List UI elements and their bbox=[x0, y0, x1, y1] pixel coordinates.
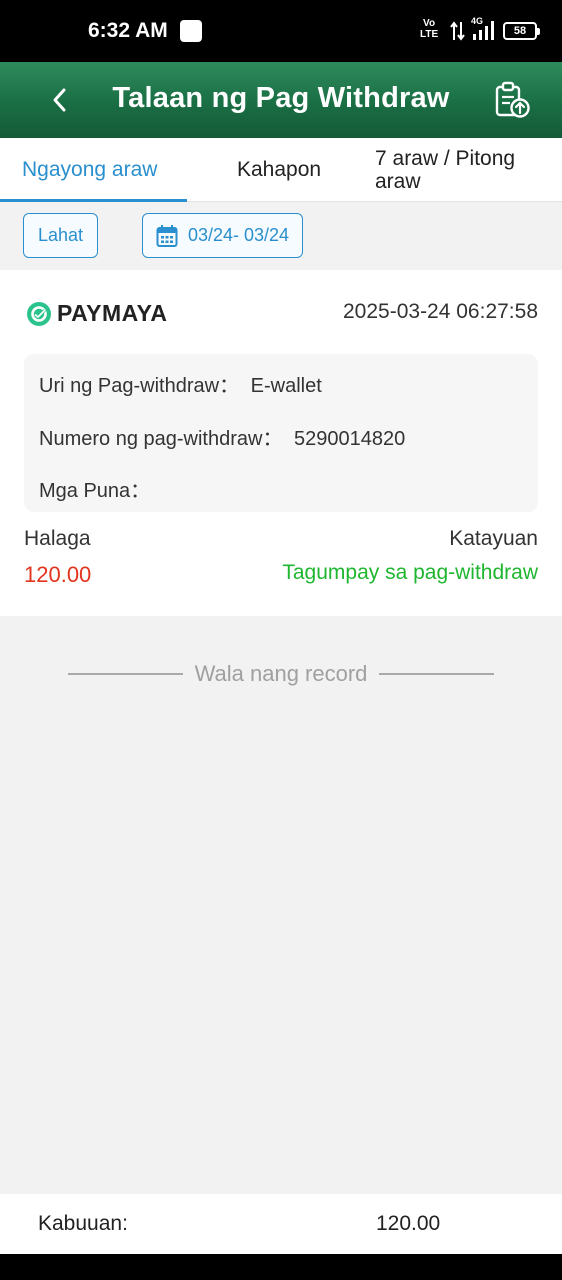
filter-bar: Lahat 03/24- 03/24 bbox=[0, 202, 562, 270]
tab-yesterday[interactable]: Kahapon bbox=[237, 138, 321, 202]
no-more-records-text: Wala nang record bbox=[194, 661, 368, 686]
withdraw-record-card[interactable]: PAYMAYA 2025-03-24 06:27:58 Uri ng Pag-w… bbox=[0, 270, 562, 616]
volte-icon: Vo LTE bbox=[420, 18, 439, 40]
all-filter-button[interactable]: Lahat bbox=[23, 213, 98, 258]
withdraw-number-value: 5290014820 bbox=[294, 428, 406, 450]
provider-brand: PAYMAYA bbox=[26, 300, 167, 327]
date-range-label: 03/24- 03/24 bbox=[187, 225, 290, 245]
status-badge: Tagumpay sa pag-withdraw bbox=[282, 561, 538, 584]
record-datetime: 2025-03-24 06:27:58 bbox=[343, 300, 538, 323]
amount-value: 120.00 bbox=[24, 562, 92, 587]
list-end-indicator: Wala nang record bbox=[0, 658, 562, 690]
divider bbox=[67, 673, 183, 675]
amount-label: Halaga bbox=[24, 527, 91, 550]
total-footer: Kabuuan: 120.00 bbox=[0, 1194, 562, 1254]
paymaya-logo-icon bbox=[27, 301, 51, 326]
page-title: Talaan ng Pag Withdraw bbox=[112, 82, 450, 114]
signal-icon bbox=[473, 21, 494, 40]
tab-today[interactable]: Ngayong araw bbox=[22, 138, 157, 202]
divider bbox=[379, 673, 495, 675]
battery-icon: 58 bbox=[503, 22, 540, 40]
remarks-row: Mga Puna： bbox=[39, 474, 150, 503]
withdraw-type-label: Uri ng Pag-withdraw： bbox=[39, 375, 240, 397]
notification-icon bbox=[180, 20, 202, 42]
tab-7-days[interactable]: 7 araw / Pitong araw bbox=[375, 138, 545, 202]
withdraw-number-label: Numero ng pag-withdraw： bbox=[39, 428, 283, 450]
date-range-button[interactable]: 03/24- 03/24 bbox=[142, 213, 303, 258]
system-navigation-bar bbox=[0, 1254, 562, 1280]
data-transfer-icon bbox=[450, 21, 465, 41]
total-label: Kabuuan: bbox=[38, 1212, 128, 1235]
status-time: 6:32 AM bbox=[88, 19, 168, 42]
withdraw-record-button[interactable] bbox=[490, 78, 534, 122]
status-label: Katayuan bbox=[449, 527, 538, 550]
status-bar: 6:32 AM Vo LTE 4G 58 bbox=[0, 0, 562, 62]
app-header: Talaan ng Pag Withdraw bbox=[0, 62, 562, 138]
calendar-icon bbox=[156, 224, 178, 247]
withdraw-number-row: Numero ng pag-withdraw： 5290014820 bbox=[39, 422, 405, 451]
provider-name: PAYMAYA bbox=[57, 300, 168, 326]
date-tabs: Ngayong araw Kahapon 7 araw / Pitong ara… bbox=[0, 138, 562, 202]
withdraw-type-value: E-wallet bbox=[250, 375, 322, 397]
clipboard-upload-icon bbox=[495, 81, 530, 118]
record-details: Uri ng Pag-withdraw： E-wallet Numero ng … bbox=[24, 354, 538, 512]
remarks-label: Mga Puna： bbox=[39, 480, 151, 502]
withdraw-type-row: Uri ng Pag-withdraw： E-wallet bbox=[39, 369, 322, 398]
total-value: 120.00 bbox=[376, 1212, 441, 1235]
